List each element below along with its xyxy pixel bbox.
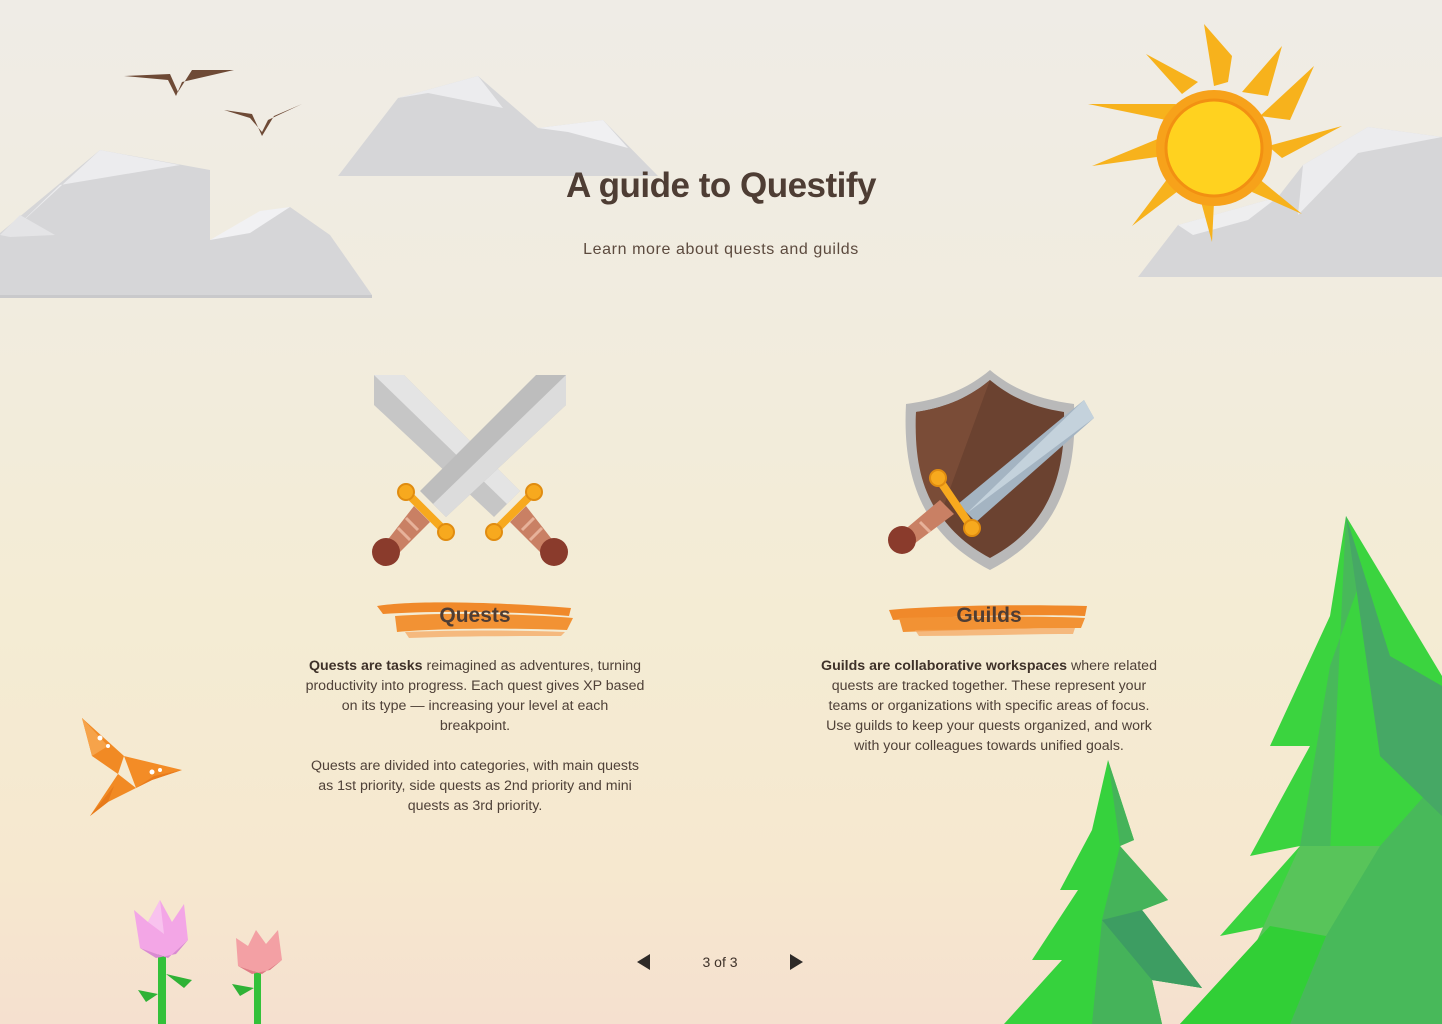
triangle-right-icon [790,954,803,970]
page-title: A guide to Questify [565,166,877,205]
next-page-button[interactable] [780,946,812,978]
guilds-badge: Guilds [889,594,1089,642]
quests-description: Quests are tasks reimagined as adventure… [305,656,645,816]
page-subtitle: Learn more about quests and guilds [583,241,859,258]
tree-icon [1004,760,1202,1024]
quests-badge: Quests [375,594,575,642]
pager: 3 of 3 [620,946,820,978]
prev-page-button[interactable] [628,946,660,978]
flower-icon [232,930,282,1024]
quests-card: Quests Quests are tasks reimagined as ad… [305,370,645,816]
butterfly-icon [82,718,182,816]
quests-title: Quests [439,604,511,627]
shield-sword-icon [884,370,1094,580]
page-indicator: 3 of 3 [702,954,738,970]
guilds-description: Guilds are collaborative workspaces wher… [819,656,1159,756]
cloud-icon [338,76,658,176]
guilds-lead: Guilds are collaborative workspaces [821,658,1068,674]
quests-body: reimagined as adventures, turning produc… [305,658,645,814]
crossed-swords-icon [370,370,580,580]
flower-icon [134,900,192,1024]
bird-icon [124,70,234,96]
quests-lead: Quests are tasks [308,658,423,674]
guilds-title: Guilds [956,604,1022,627]
sun-icon [1088,24,1342,242]
bird-icon [224,104,302,136]
triangle-left-icon [637,954,650,970]
guilds-card: Guilds Guilds are collaborative workspac… [819,370,1159,756]
